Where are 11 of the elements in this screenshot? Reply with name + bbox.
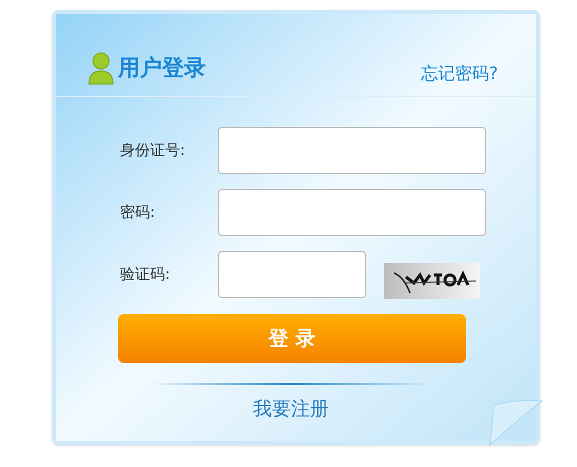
input-field[interactable] [218,251,366,298]
login-button[interactable]: 登 录 [118,314,466,362]
input-field[interactable] [218,126,486,174]
field-label: 身份证号: [120,140,186,161]
login-title: 用户登录 [118,55,206,84]
field-label: 密码: [120,202,156,223]
register-link[interactable]: 我要注册 [253,394,329,423]
input-field[interactable] [218,188,486,236]
user-icon [88,52,114,86]
field-label: 验证码: [120,264,172,286]
forgot-password-link[interactable]: 忘记密码? [420,62,498,88]
